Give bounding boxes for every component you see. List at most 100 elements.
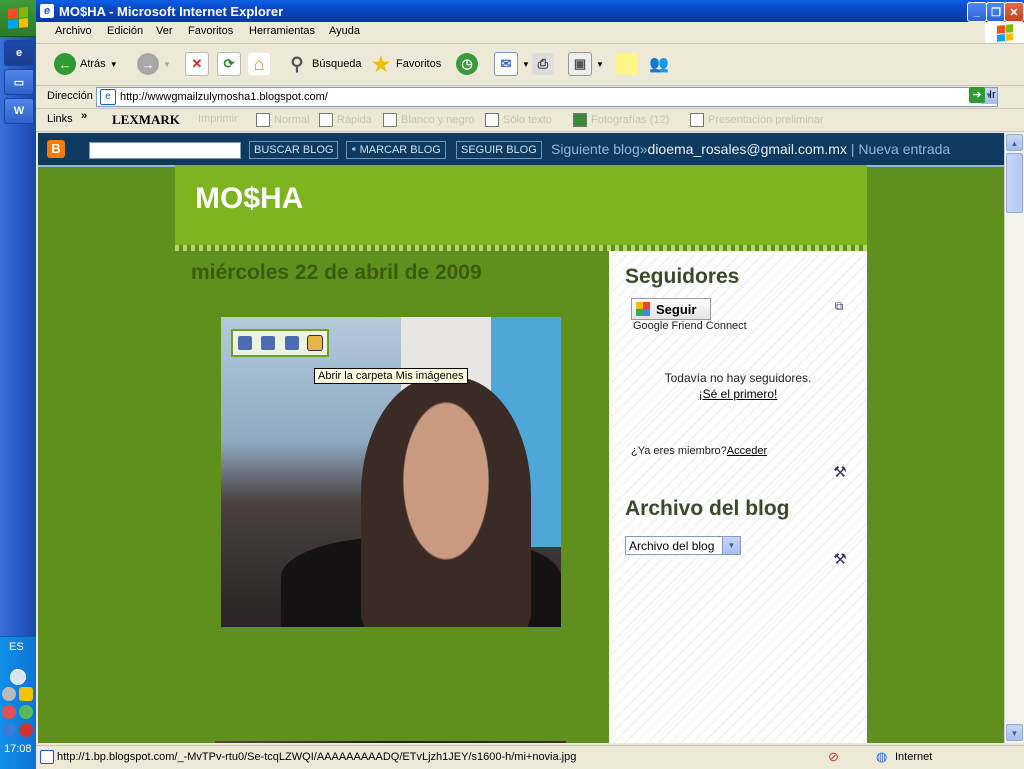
my-pictures-icon[interactable]	[307, 335, 324, 351]
address-bar: Dirección e http://wwwgmailzulymosha1.bl…	[36, 86, 1024, 109]
tray-network-icon[interactable]	[19, 705, 33, 719]
minimize-button[interactable]: _	[967, 2, 987, 22]
bookmark-icon: ⁌	[351, 144, 360, 156]
menu-herramientas[interactable]: Herramientas	[249, 25, 315, 37]
menu-edicion[interactable]: Edición	[107, 25, 143, 37]
scroll-down-icon[interactable]: ▼	[1006, 724, 1023, 741]
blog-container: MO$HA miércoles 22 de abril de 2009 Abri…	[175, 165, 867, 743]
blogger-logo-icon[interactable]: B	[47, 140, 65, 158]
mail-dropdown-icon[interactable]: ▼	[522, 60, 530, 69]
popout-icon[interactable]: ⧉	[831, 298, 847, 314]
search-label: Búsqueda	[312, 58, 362, 70]
link-imprimir[interactable]: Imprimir	[198, 113, 238, 125]
post-photo[interactable]: Abrir la carpeta Mis imágenes	[221, 317, 561, 627]
new-post-link[interactable]: Nueva entrada	[858, 141, 950, 157]
refresh-icon: ⟳	[217, 52, 241, 76]
link-rapida[interactable]: Rápida	[319, 113, 372, 127]
link-normal[interactable]: Normal	[256, 113, 309, 127]
follow-button[interactable]: Seguir	[631, 298, 711, 320]
link-blanco-negro[interactable]: Blanco y negro	[383, 113, 474, 127]
sidebar: Seguidores Seguir ⧉ Google Friend Connec…	[609, 251, 867, 743]
privacy-icon[interactable]: ⊘	[828, 749, 839, 765]
buscar-blog-button[interactable]: BUSCAR BLOG	[249, 141, 339, 159]
refresh-button[interactable]: ⟳	[217, 52, 241, 76]
tray-security-icon[interactable]	[19, 723, 33, 737]
taskbar-word-icon[interactable]: W	[4, 98, 34, 124]
blogger-navbar: B BUSCAR BLOG ⁌ MARCAR BLOG SEGUIR BLOG …	[38, 133, 1004, 167]
history-icon: ◷	[456, 53, 478, 75]
menu-ayuda[interactable]: Ayuda	[329, 25, 360, 37]
navbar-search-input[interactable]	[89, 142, 241, 159]
tray-speaker-icon[interactable]	[2, 723, 16, 737]
system-tray: ES 17:08	[0, 636, 36, 769]
note-icon	[616, 53, 638, 75]
go-label: Ir	[989, 89, 996, 101]
edit-gadget-icon[interactable]: ⚒	[832, 465, 848, 481]
favorites-label: Favoritos	[396, 58, 442, 70]
printer-icon: ⎙	[532, 53, 554, 75]
toolbar: ← Atrás ▼ → ▼ ✕ ⟳ ⌂ ⚲ Búsqueda ★ Favorit…	[36, 44, 1024, 86]
back-button[interactable]: ← Atrás ▼	[54, 52, 118, 76]
back-dropdown-icon[interactable]: ▼	[110, 60, 118, 69]
history-button[interactable]: ◷	[456, 52, 478, 76]
discuss-button[interactable]	[616, 52, 638, 76]
print-image-icon[interactable]	[261, 336, 276, 350]
mail-button[interactable]: ✉ ▼	[494, 52, 530, 76]
security-zone: Internet	[895, 751, 933, 763]
page-icon: e	[100, 89, 116, 105]
stop-icon: ✕	[185, 52, 209, 76]
email-image-icon[interactable]	[284, 336, 299, 350]
link-solo-texto[interactable]: Sólo texto	[485, 113, 552, 127]
language-indicator[interactable]: ES	[9, 641, 24, 653]
home-button[interactable]: ⌂	[248, 52, 270, 76]
address-input[interactable]: e http://wwwgmailzulymosha1.blogspot.com…	[96, 87, 998, 107]
edit-archive-icon[interactable]: ⚒	[832, 552, 848, 568]
link-presentacion[interactable]: Presentación preliminar	[690, 113, 824, 127]
be-first-link[interactable]: ¡Sé el primero!	[609, 387, 867, 401]
archive-title: Archivo del blog	[625, 497, 790, 520]
tray-shield-icon[interactable]	[19, 687, 33, 701]
go-arrow-icon: ➔	[969, 87, 985, 103]
print-button[interactable]: ⎙	[532, 52, 554, 76]
links-chevron-icon[interactable]: »	[81, 110, 87, 122]
vertical-scrollbar[interactable]: ▲ ▼	[1004, 133, 1024, 743]
tray-app-icon[interactable]	[2, 705, 16, 719]
scroll-thumb[interactable]	[1006, 153, 1023, 213]
menu-favoritos[interactable]: Favoritos	[188, 25, 233, 37]
taskbar-folder-icon[interactable]: ▭	[4, 69, 34, 95]
menu-archivo[interactable]: Archivo	[55, 25, 92, 37]
address-url: http://wwwgmailzulymosha1.blogspot.com/	[120, 91, 328, 103]
seguir-blog-button[interactable]: SEGUIR BLOG	[456, 141, 542, 159]
post-photo-2[interactable]	[215, 741, 566, 743]
search-button[interactable]: ⚲ Búsqueda	[286, 52, 362, 76]
user-email: dioema_rosales@gmail.com.mx	[647, 141, 847, 157]
archive-select[interactable]: Archivo del blog ▼	[625, 536, 741, 555]
lexmark-logo[interactable]: LEXMARK	[112, 112, 180, 128]
start-button[interactable]	[0, 0, 36, 37]
stop-button[interactable]: ✕	[185, 52, 209, 76]
scroll-up-icon[interactable]: ▲	[1006, 134, 1023, 151]
edit-dropdown-icon[interactable]: ▼	[596, 60, 604, 69]
tray-user-icon[interactable]	[2, 687, 16, 701]
menu-ver[interactable]: Ver	[156, 25, 173, 37]
messenger-button[interactable]: 👥	[648, 52, 670, 76]
blog-title[interactable]: MO$HA	[195, 182, 303, 216]
marcar-blog-button[interactable]: ⁌ MARCAR BLOG	[346, 141, 446, 159]
link-fotografias[interactable]: Fotografías (12)	[573, 113, 669, 127]
favorites-button[interactable]: ★ Favoritos	[370, 52, 441, 76]
edit-button[interactable]: ▣ ▼	[568, 52, 604, 76]
no-followers-text: Todavía no hay seguidores.	[664, 371, 812, 385]
close-button[interactable]: ✕	[1004, 2, 1024, 22]
login-link[interactable]: Acceder	[727, 445, 767, 457]
windows-flag-icon	[985, 22, 1024, 43]
go-button[interactable]: ➔ Ir	[969, 87, 996, 103]
status-url: http://1.bp.blogspot.com/_-MvTPv-rtu0/Se…	[57, 751, 577, 763]
forward-button[interactable]: → ▼	[137, 52, 171, 76]
tray-back-icon[interactable]	[10, 669, 26, 685]
window-titlebar[interactable]: e MO$HA - Microsoft Internet Explorer	[36, 0, 1024, 22]
save-image-icon[interactable]	[237, 336, 252, 350]
next-blog-link[interactable]: Siguiente blog»	[551, 141, 648, 157]
forward-dropdown-icon[interactable]: ▼	[163, 60, 171, 69]
taskbar-ie-icon[interactable]: e	[4, 40, 34, 66]
maximize-button[interactable]: ❐	[986, 2, 1006, 22]
